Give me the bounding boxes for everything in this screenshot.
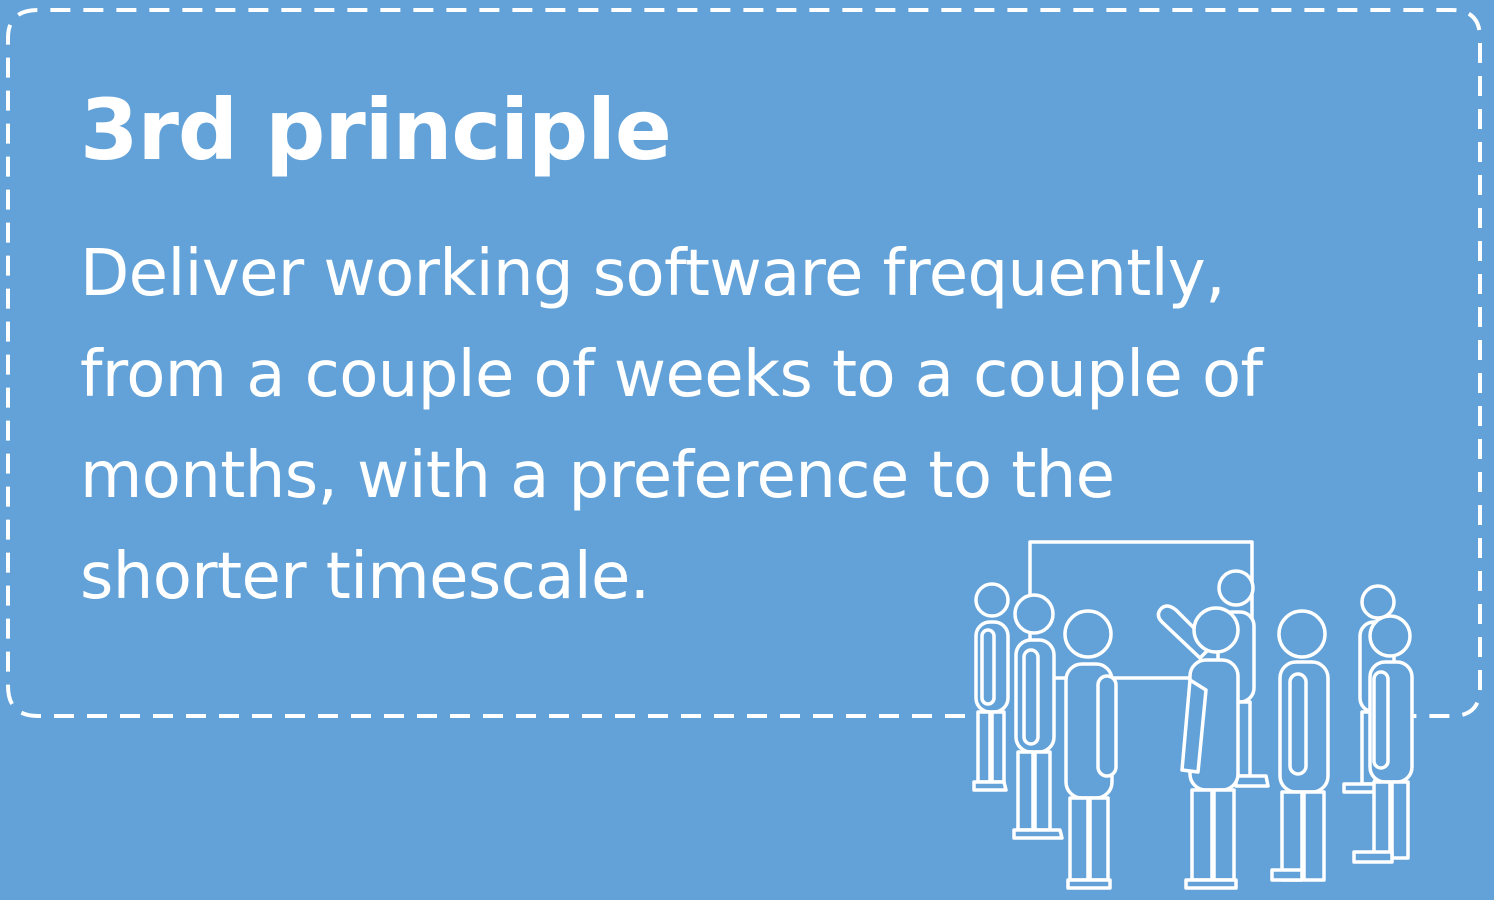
principle-slide: 3rd principle Deliver working software f… [0, 0, 1494, 900]
principle-text-line: months, with a preference to the [80, 439, 1115, 513]
person-icon [1270, 609, 1330, 882]
team-meeting-whiteboard-icon [972, 540, 1414, 890]
principle-text-line: from a couple of weeks to a couple of [80, 338, 1263, 412]
principle-text-line: Deliver working software frequently, [80, 237, 1226, 311]
slide-title: 3rd principle [80, 81, 672, 179]
person-icon [972, 582, 1010, 792]
